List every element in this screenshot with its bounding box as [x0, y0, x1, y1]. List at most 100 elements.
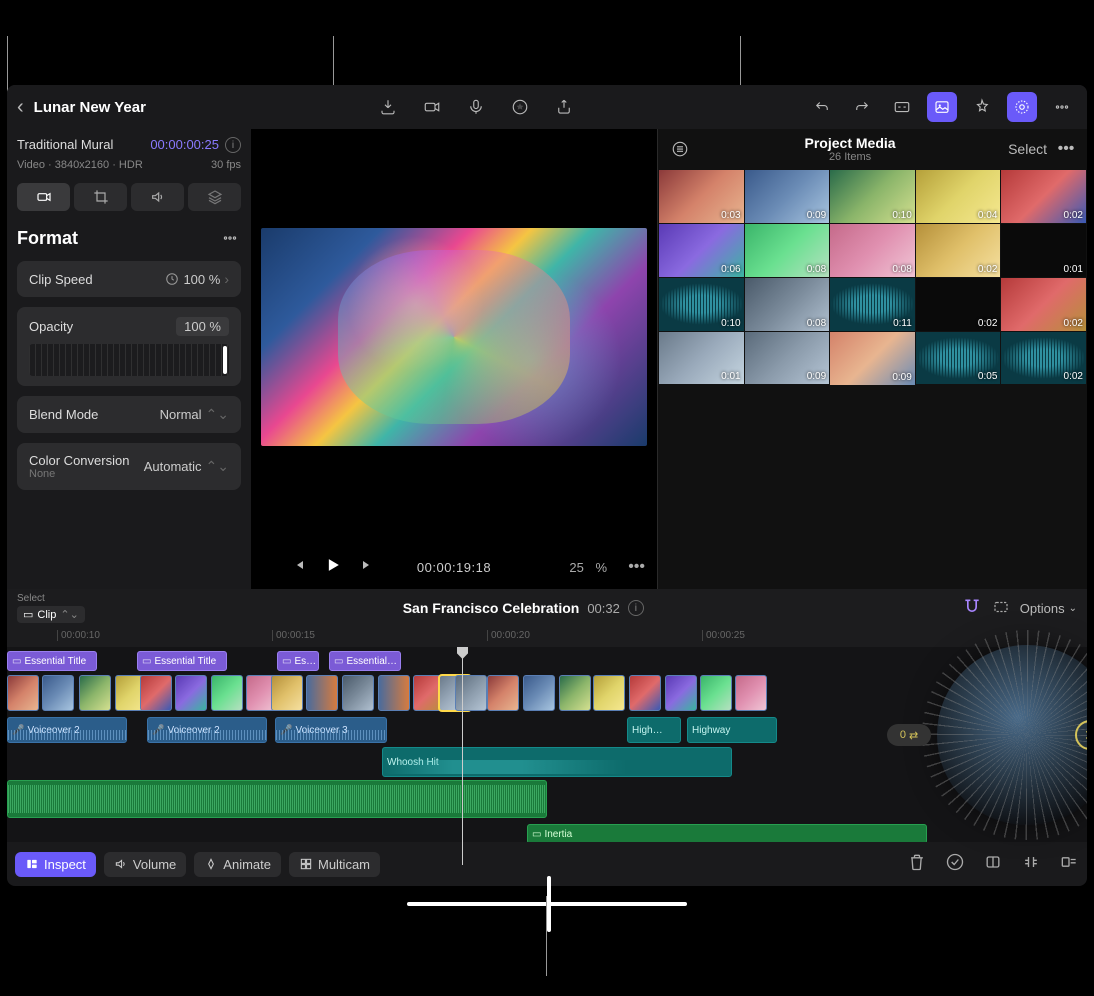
tab-crop[interactable] [74, 183, 127, 211]
tab-video[interactable] [17, 183, 70, 211]
video-clip-segment[interactable] [455, 675, 487, 711]
tool-1-icon[interactable] [983, 852, 1003, 877]
multicam-button[interactable]: Multicam [289, 852, 380, 877]
bottom-scrubber[interactable] [0, 902, 1094, 906]
title-clip[interactable]: ▭ Essential Title [7, 651, 97, 671]
media-thumbnail[interactable]: 0:08 [830, 224, 915, 277]
video-clip-segment[interactable] [700, 675, 732, 711]
viewer-more-icon[interactable]: ••• [628, 558, 645, 576]
tab-audio[interactable] [131, 183, 184, 211]
tab-layers[interactable] [188, 183, 241, 211]
import-icon[interactable] [373, 92, 403, 122]
video-clip-segment[interactable] [735, 675, 767, 711]
video-clip-segment[interactable] [175, 675, 207, 711]
video-clip-segment[interactable] [140, 675, 172, 711]
media-thumbnail[interactable]: 0:09 [745, 332, 830, 385]
blend-mode-row[interactable]: Blend Mode Normal ⌃⌄ [17, 396, 241, 433]
browser-list-icon[interactable] [668, 137, 692, 161]
zone-icon[interactable] [992, 598, 1010, 619]
opacity-value[interactable]: 100 % [176, 317, 229, 336]
jog-wheel[interactable]: 0 ⇄ ✕ [937, 645, 1087, 825]
inertia-clip[interactable]: ▭ Inertia [527, 824, 927, 844]
prev-frame-button[interactable] [291, 557, 307, 578]
camera-icon[interactable] [417, 92, 447, 122]
video-clip-segment[interactable] [665, 675, 697, 711]
media-thumbnail[interactable]: 0:02 [1001, 278, 1086, 331]
media-thumbnail[interactable]: 0:09 [745, 170, 830, 223]
media-thumbnail[interactable]: 0:02 [1001, 332, 1086, 385]
next-frame-button[interactable] [359, 557, 375, 578]
effects-icon[interactable] [967, 92, 997, 122]
media-thumbnail[interactable]: 0:04 [916, 170, 1001, 223]
back-button[interactable]: ‹ [17, 96, 24, 119]
video-clip-segment[interactable] [487, 675, 519, 711]
media-thumbnail[interactable]: 0:03 [659, 170, 744, 223]
media-thumbnail[interactable]: 0:10 [830, 170, 915, 223]
inspect-button[interactable]: Inspect [15, 852, 96, 877]
video-clip-segment[interactable] [42, 675, 74, 711]
viewer-timecode[interactable]: 00:00:19:18 [407, 557, 501, 578]
video-clip-segment[interactable] [79, 675, 111, 711]
media-thumbnail[interactable]: 0:01 [659, 332, 744, 385]
highway-clip[interactable]: High… [627, 717, 681, 743]
sfx-clip[interactable]: Whoosh Hit [382, 747, 732, 777]
video-clip-segment[interactable] [593, 675, 625, 711]
video-clip-segment[interactable] [629, 675, 661, 711]
browser-select-button[interactable]: Select [1008, 141, 1047, 157]
title-clip[interactable]: ▭ Essential… [329, 651, 401, 671]
timeline-info-icon[interactable]: i [628, 600, 644, 616]
title-clip[interactable]: ▭ Essential Title [137, 651, 227, 671]
video-clip-segment[interactable] [523, 675, 555, 711]
format-more-icon[interactable] [219, 227, 241, 249]
media-icon[interactable] [927, 92, 957, 122]
settings-gear-icon[interactable] [1007, 92, 1037, 122]
media-thumbnail[interactable]: 0:06 [659, 224, 744, 277]
timeline-options-button[interactable]: Options ⌄ [1020, 601, 1077, 616]
snapping-icon[interactable] [962, 597, 982, 620]
tool-2-icon[interactable] [1021, 852, 1041, 877]
share-icon[interactable] [549, 92, 579, 122]
clip-speed-row[interactable]: Clip Speed 100 %› [17, 261, 241, 297]
marker-icon[interactable] [505, 92, 535, 122]
undo-icon[interactable] [807, 92, 837, 122]
color-conversion-row[interactable]: Color Conversion None Automatic ⌃⌄ [17, 443, 241, 490]
timeline-ruler[interactable]: 00:00:1000:00:1500:00:2000:00:25 [7, 627, 1087, 647]
volume-button[interactable]: Volume [104, 852, 186, 877]
animate-button[interactable]: Animate [194, 852, 281, 877]
opacity-row[interactable]: Opacity 100 % [17, 307, 241, 386]
tool-3-icon[interactable] [1059, 852, 1079, 877]
viewer-zoom[interactable]: 25 % [569, 560, 607, 575]
timeline-clip-selector[interactable]: ▭ Clip ⌃⌄ [17, 606, 85, 623]
more-icon[interactable] [1047, 92, 1077, 122]
media-thumbnail[interactable]: 0:09 [830, 332, 915, 385]
video-clip-segment[interactable] [559, 675, 591, 711]
play-button[interactable] [323, 555, 343, 580]
info-icon[interactable]: i [225, 137, 241, 153]
title-clip[interactable]: ▭ Es… [277, 651, 319, 671]
media-thumbnail[interactable]: 0:02 [916, 278, 1001, 331]
video-clip-segment[interactable] [342, 675, 374, 711]
trash-icon[interactable] [907, 852, 927, 877]
music-clip[interactable] [7, 780, 547, 818]
enable-icon[interactable] [945, 852, 965, 877]
playhead[interactable] [462, 647, 463, 865]
media-thumbnail[interactable]: 0:02 [916, 224, 1001, 277]
microphone-icon[interactable] [461, 92, 491, 122]
video-clip-segment[interactable] [306, 675, 338, 711]
video-clip-segment[interactable] [211, 675, 243, 711]
jog-close-button[interactable]: ✕ [1075, 720, 1087, 750]
media-thumbnail[interactable]: 0:01 [1001, 224, 1086, 277]
video-clip-segment[interactable] [378, 675, 410, 711]
viewer-canvas[interactable] [251, 129, 657, 545]
redo-icon[interactable] [847, 92, 877, 122]
media-thumbnail[interactable]: 0:08 [745, 224, 830, 277]
video-clip-segment[interactable] [271, 675, 303, 711]
video-clip-segment[interactable] [7, 675, 39, 711]
browser-more-icon[interactable]: ••• [1055, 138, 1077, 160]
media-thumbnail[interactable]: 0:10 [659, 278, 744, 331]
captions-icon[interactable] [887, 92, 917, 122]
media-thumbnail[interactable]: 0:05 [916, 332, 1001, 385]
media-thumbnail[interactable]: 0:02 [1001, 170, 1086, 223]
highway-clip[interactable]: Highway [687, 717, 777, 743]
media-thumbnail[interactable]: 0:11 [830, 278, 915, 331]
